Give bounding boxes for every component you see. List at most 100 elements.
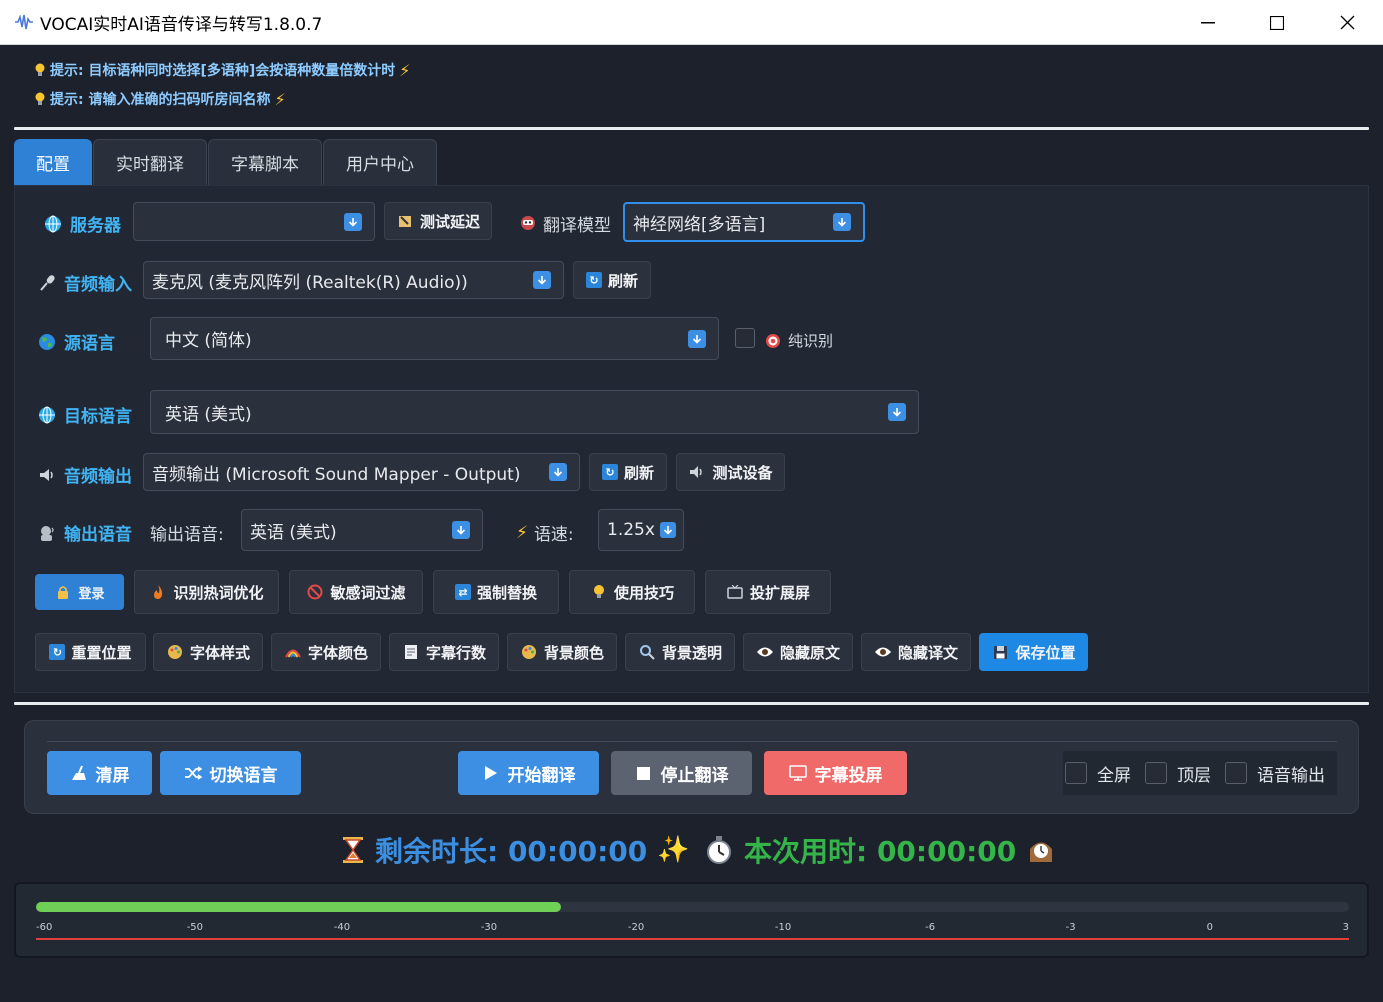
divider (14, 127, 1369, 130)
magnifier-icon (638, 643, 656, 661)
topmost-checkbox[interactable] (1145, 762, 1167, 784)
hide-original-button[interactable]: 隐藏原文 (743, 633, 853, 671)
prohibited-icon (306, 583, 324, 601)
robot-icon (519, 213, 537, 231)
font-color-button[interactable]: 字体颜色 (271, 633, 381, 671)
tip-1-text: 提示: 目标语种同时选择[多语种]会按语种数量倍数计时 (50, 63, 396, 79)
tip-2: 提示: 请输入准确的扫码听房间名称 ⚡ (34, 89, 286, 109)
server-select[interactable] (133, 202, 375, 241)
lightbulb-icon (35, 92, 45, 105)
level-tick-label: 0 (1206, 922, 1213, 933)
level-tick-label: -50 (186, 922, 204, 933)
lightning-icon: ⚡ (516, 522, 528, 543)
globe-icon (38, 406, 56, 424)
target-language-label: 目标语言 (38, 402, 132, 427)
output-voice-select[interactable]: 英语 (美式) (241, 509, 483, 551)
close-button[interactable] (1312, 0, 1382, 45)
speed-label: 语速: (533, 525, 574, 545)
speed-select[interactable]: 1.25x (598, 509, 684, 551)
audio-output-label: 音频输出 (38, 462, 132, 487)
dropdown-arrow-icon (344, 212, 362, 231)
dropdown-arrow-icon (452, 521, 470, 539)
model-select[interactable]: 神经网络[多语言] (623, 202, 865, 242)
remaining-time-text: 剩余时长: 00:00:00 (375, 835, 648, 868)
force-replace-button[interactable]: ⇄ 强制替换 (433, 570, 559, 614)
tab-realtime[interactable]: 实时翻译 (93, 139, 207, 185)
start-translation-button[interactable]: 开始翻译 (458, 751, 599, 795)
sensitive-filter-button[interactable]: 敏感词过滤 (289, 570, 423, 614)
test-device-button[interactable]: 测试设备 (676, 453, 785, 491)
source-language-select[interactable]: 中文 (简体) (150, 317, 719, 360)
palette-icon (520, 643, 538, 661)
elapsed-time: 本次用时: 00:00:00 (704, 830, 1056, 870)
font-style-button[interactable]: 字体样式 (153, 633, 263, 671)
source-language-label: 源语言 (38, 329, 115, 354)
window-title: VOCAI实时AI语音传译与转写1.8.0.7 (40, 14, 323, 35)
voice-output-checkbox[interactable] (1225, 762, 1247, 784)
switch-language-button[interactable]: 切换语言 (160, 751, 301, 795)
login-button[interactable]: 登录 (35, 574, 124, 610)
broom-icon (70, 764, 88, 782)
audio-level-meter: -60 -50 -40 -30 -20 -10 -6 -3 0 3 (14, 882, 1369, 958)
tab-bar: 配置 实时翻译 字幕脚本 用户中心 (14, 139, 437, 185)
refresh-icon: ↻ (49, 644, 66, 660)
minimize-button[interactable] (1173, 0, 1243, 45)
hotword-optimize-button[interactable]: 识别热词优化 (134, 570, 279, 614)
lock-icon (54, 583, 72, 601)
fullscreen-option[interactable]: 全屏 (1065, 761, 1131, 786)
stop-translation-button[interactable]: 停止翻译 (611, 751, 752, 795)
extend-screen-button[interactable]: 投扩展屏 (705, 570, 831, 614)
test-latency-button[interactable]: 测试延迟 (384, 202, 492, 240)
swap-icon: ⇄ (454, 584, 471, 600)
palette-icon (166, 643, 184, 661)
level-tick-label: -60 (36, 922, 53, 933)
reset-position-button[interactable]: ↻ 重置位置 (35, 633, 146, 671)
speed-label-group: ⚡ 语速: (516, 520, 574, 546)
save-position-button[interactable]: 保存位置 (979, 633, 1088, 671)
tab-user-center[interactable]: 用户中心 (323, 139, 437, 185)
target-icon (764, 332, 782, 350)
background-color-button[interactable]: 背景颜色 (507, 633, 617, 671)
dropdown-arrow-icon (888, 403, 906, 421)
speaker-icon (688, 463, 706, 481)
refresh-output-button[interactable]: ↻ 刷新 (589, 453, 667, 491)
options-group: 全屏 顶层 语音输出 (1063, 751, 1337, 795)
lightning-icon: ⚡ (274, 89, 286, 109)
refresh-icon: ↻ (601, 464, 618, 480)
shuffle-icon (184, 764, 202, 782)
tab-subtitle-script[interactable]: 字幕脚本 (208, 139, 322, 185)
target-language-select[interactable]: 英语 (美式) (150, 390, 919, 434)
memo-icon (402, 643, 420, 661)
level-tick-label: -30 (480, 922, 498, 933)
topmost-option[interactable]: 顶层 (1145, 761, 1211, 786)
dropdown-arrow-icon (833, 213, 851, 231)
background-transparent-button[interactable]: 背景透明 (625, 633, 735, 671)
tip-2-text: 提示: 请输入准确的扫码听房间名称 (50, 92, 271, 108)
refresh-input-button[interactable]: ↻ 刷新 (573, 261, 651, 299)
speaking-head-icon (38, 524, 56, 542)
dropdown-arrow-icon (660, 522, 676, 538)
fullscreen-checkbox[interactable] (1065, 762, 1087, 784)
elapsed-time-text: 本次用时: 00:00:00 (744, 835, 1017, 868)
subtitle-projection-button[interactable]: 字幕投屏 (764, 751, 907, 795)
lightbulb-icon (35, 63, 45, 76)
level-redline (36, 938, 1349, 940)
tip-1: 提示: 目标语种同时选择[多语种]会按语种数量倍数计时 ⚡ (34, 60, 411, 80)
voice-output-option[interactable]: 语音输出 (1225, 761, 1325, 786)
maximize-button[interactable] (1242, 0, 1312, 45)
audio-input-select[interactable]: 麦克风 (麦克风阵列 (Realtek(R) Audio)) (143, 261, 564, 299)
control-bar: 清屏 切换语言 开始翻译 停止翻译 字幕投屏 全屏 顶层 语音输出 (24, 720, 1359, 814)
usage-tips-button[interactable]: 使用技巧 (569, 570, 695, 614)
pure-recognition-checkbox[interactable] (735, 328, 755, 348)
clear-screen-button[interactable]: 清屏 (47, 751, 152, 795)
projector-icon (788, 764, 807, 782)
subtitle-lines-button[interactable]: 字幕行数 (389, 633, 499, 671)
play-icon (482, 764, 500, 782)
level-track (36, 902, 1349, 912)
title-bar: VOCAI实时AI语音传译与转写1.8.0.7 (0, 0, 1383, 45)
audio-output-select[interactable]: 音频输出 (Microsoft Sound Mapper - Output) (143, 453, 580, 491)
hide-translation-button[interactable]: 隐藏译文 (861, 633, 971, 671)
tab-config[interactable]: 配置 (14, 139, 92, 185)
eye-icon (874, 643, 892, 661)
remaining-time: 剩余时长: 00:00:00 ✨ (341, 830, 690, 870)
